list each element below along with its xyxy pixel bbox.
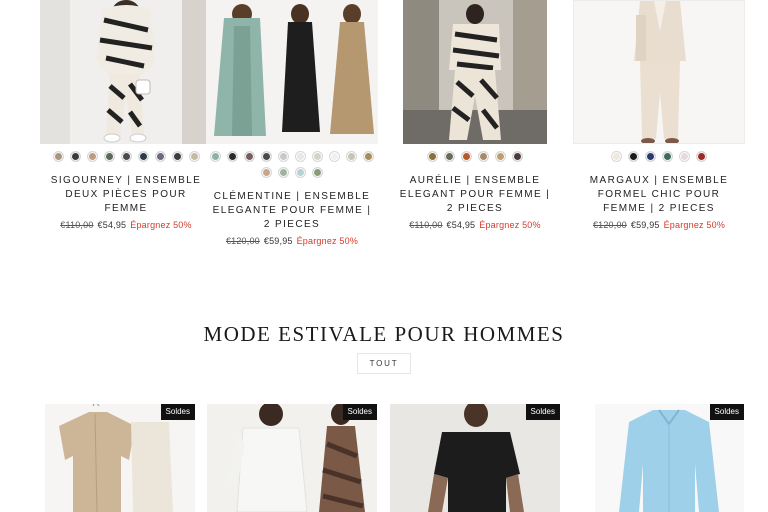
product-image[interactable] (573, 0, 745, 144)
price-sale: €54,95 (446, 220, 476, 230)
color-swatch[interactable] (628, 151, 639, 162)
color-swatch[interactable] (188, 151, 200, 162)
product-title[interactable]: Margaux | Ensemble formel chic pour femm… (573, 174, 745, 216)
color-swatch[interactable] (312, 167, 323, 178)
price-original: €120,00 (592, 220, 627, 230)
sale-badge: Soldes (160, 404, 195, 420)
price-original: €110,00 (60, 220, 94, 230)
sale-badge: Soldes (525, 404, 560, 420)
color-swatch[interactable] (227, 151, 238, 162)
color-swatch[interactable] (278, 167, 289, 178)
product-title[interactable]: Clémentine | Ensemble elegante pour femm… (206, 190, 378, 232)
color-swatch[interactable] (312, 151, 323, 162)
product-image[interactable] (206, 0, 378, 144)
color-swatch[interactable] (171, 151, 183, 162)
product-price: €110,00 €54,95 Épargnez 50% (389, 220, 561, 230)
price-original: €120,00 (225, 236, 260, 246)
color-swatch[interactable] (120, 151, 132, 162)
color-swatch[interactable] (210, 151, 221, 162)
color-swatch[interactable] (137, 151, 149, 162)
color-swatch[interactable] (329, 151, 340, 162)
color-swatches (389, 151, 561, 162)
product-card[interactable]: Sigourney | Ensemble deux pièces pour fe… (40, 0, 212, 230)
color-swatch[interactable] (278, 151, 289, 162)
product-image[interactable] (40, 0, 212, 144)
color-swatch[interactable] (261, 167, 272, 178)
product-card[interactable]: Margaux | Ensemble formel chic pour femm… (573, 0, 745, 230)
color-swatch[interactable] (427, 151, 438, 162)
color-swatch[interactable] (679, 151, 690, 162)
color-swatch[interactable] (52, 151, 64, 162)
color-swatch[interactable] (261, 151, 272, 162)
color-swatch[interactable] (444, 151, 455, 162)
color-swatch[interactable] (103, 151, 115, 162)
color-swatch[interactable] (69, 151, 81, 162)
savings-label: Épargnez 50% (663, 220, 726, 230)
color-swatch[interactable] (363, 151, 374, 162)
sale-badge: Soldes (342, 404, 377, 420)
product-image[interactable] (390, 404, 560, 512)
price-sale: €59,95 (263, 236, 293, 246)
color-swatch[interactable] (478, 151, 489, 162)
product-image[interactable] (207, 404, 377, 512)
sale-badge: Soldes (709, 404, 744, 420)
color-swatch[interactable] (461, 151, 472, 162)
color-swatch[interactable] (244, 151, 255, 162)
color-swatches (206, 151, 378, 178)
color-swatch[interactable] (611, 151, 622, 162)
product-price: €120,00 €59,95 Épargnez 50% (206, 236, 378, 246)
color-swatches (573, 151, 745, 162)
color-swatch[interactable] (154, 151, 166, 162)
color-swatch[interactable] (295, 167, 306, 178)
color-swatch[interactable] (295, 151, 306, 162)
color-swatch[interactable] (645, 151, 656, 162)
color-swatch[interactable] (512, 151, 523, 162)
product-title[interactable]: Sigourney | Ensemble deux pièces pour fe… (40, 174, 212, 216)
color-swatch[interactable] (86, 151, 98, 162)
product-price: €110,00 €54,95 Épargnez 50% (40, 220, 212, 230)
savings-label: Épargnez 50% (296, 236, 359, 246)
product-image[interactable] (595, 404, 744, 512)
price-original: €110,00 (409, 220, 443, 230)
product-price: €120,00 €59,95 Épargnez 50% (573, 220, 745, 230)
product-card[interactable]: Aurélie | Ensemble elegant pour femme | … (389, 0, 561, 230)
color-swatch[interactable] (346, 151, 357, 162)
savings-label: Épargnez 50% (130, 220, 192, 230)
color-swatch[interactable] (662, 151, 673, 162)
color-swatches (40, 151, 212, 162)
product-card[interactable]: Soldes (390, 404, 560, 512)
price-sale: €54,95 (97, 220, 127, 230)
product-image[interactable] (403, 0, 547, 144)
product-card[interactable]: Soldes (207, 404, 377, 512)
color-swatch[interactable] (495, 151, 506, 162)
savings-label: Épargnez 50% (479, 220, 541, 230)
color-swatch[interactable] (696, 151, 707, 162)
product-card[interactable]: Clémentine | Ensemble elegante pour femm… (206, 0, 378, 246)
product-image[interactable] (45, 404, 195, 512)
product-title[interactable]: Aurélie | Ensemble elegant pour femme | … (389, 174, 561, 216)
product-card[interactable]: Soldes (595, 404, 744, 512)
product-card[interactable]: Soldes (45, 404, 195, 512)
tab-all[interactable]: TOUT (357, 353, 411, 374)
price-sale: €59,95 (630, 220, 660, 230)
section-title: Mode estivale pour hommes (203, 322, 565, 346)
